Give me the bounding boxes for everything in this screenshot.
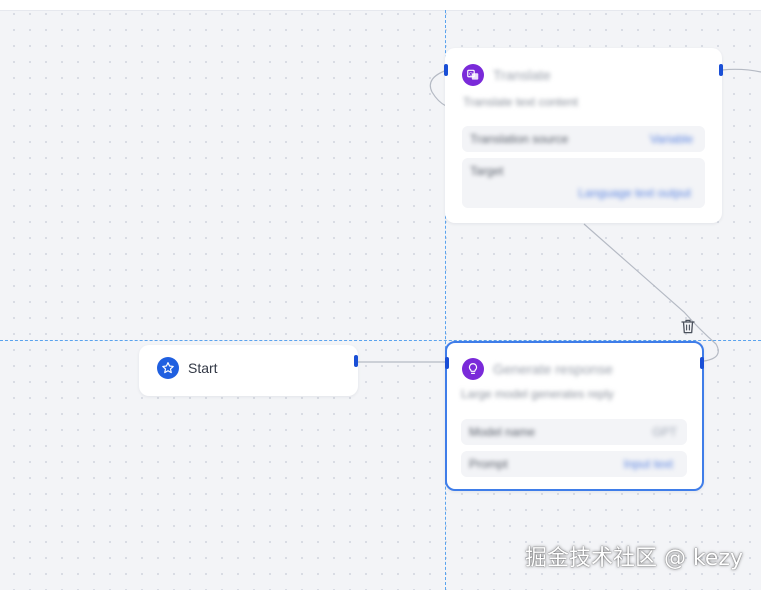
generate-field-model[interactable]: Model name GPT [461, 419, 687, 445]
generate-response-node[interactable]: Generate response Large model generates … [445, 341, 704, 491]
start-node-title: Start [188, 360, 218, 376]
generate-field-prompt[interactable]: Prompt Input text [461, 451, 687, 477]
translate-field-target-value: Language text output [578, 186, 691, 200]
generate-node-description: Large model generates reply [461, 387, 614, 401]
trash-icon[interactable] [678, 316, 698, 336]
translate-node-description: Translate text content [463, 95, 578, 109]
star-icon [157, 357, 179, 379]
translate-icon: G [462, 64, 484, 86]
translate-field-target[interactable]: Target Language text output [462, 158, 705, 208]
generate-field-model-label: Model name [469, 425, 536, 439]
generate-node-title: Generate response [493, 361, 613, 377]
translate-field-target-label: Target [470, 164, 504, 178]
start-node[interactable]: Start [139, 345, 358, 396]
generate-node-header: Generate response [462, 358, 613, 380]
start-node-header: Start [157, 357, 218, 379]
translate-field-source[interactable]: Translation source Variable [462, 126, 705, 152]
generate-field-prompt-label: Prompt [469, 457, 508, 471]
start-node-output-handle[interactable] [354, 355, 358, 367]
translate-node-output-handle[interactable] [719, 64, 723, 76]
translate-field-source-label: Translation source [470, 132, 569, 146]
generate-field-prompt-value: Input text [623, 457, 673, 471]
translate-node[interactable]: G Translate Translate text content Trans… [444, 48, 723, 223]
generate-node-input-handle[interactable] [445, 357, 449, 369]
bulb-icon [462, 358, 484, 380]
edge-tool-output [721, 68, 761, 73]
generate-field-model-value: GPT [652, 425, 677, 439]
workflow-canvas[interactable]: Start G Translate Translate text content… [0, 0, 761, 590]
generate-node-output-handle[interactable] [700, 357, 704, 369]
translate-node-title: Translate [493, 67, 551, 83]
translate-node-header: G Translate [462, 64, 551, 86]
translate-field-source-value: Variable [649, 132, 693, 146]
translate-node-input-handle[interactable] [444, 64, 448, 76]
svg-text:G: G [469, 72, 473, 78]
watermark: 掘金技术社区 @ kezy [524, 546, 743, 571]
